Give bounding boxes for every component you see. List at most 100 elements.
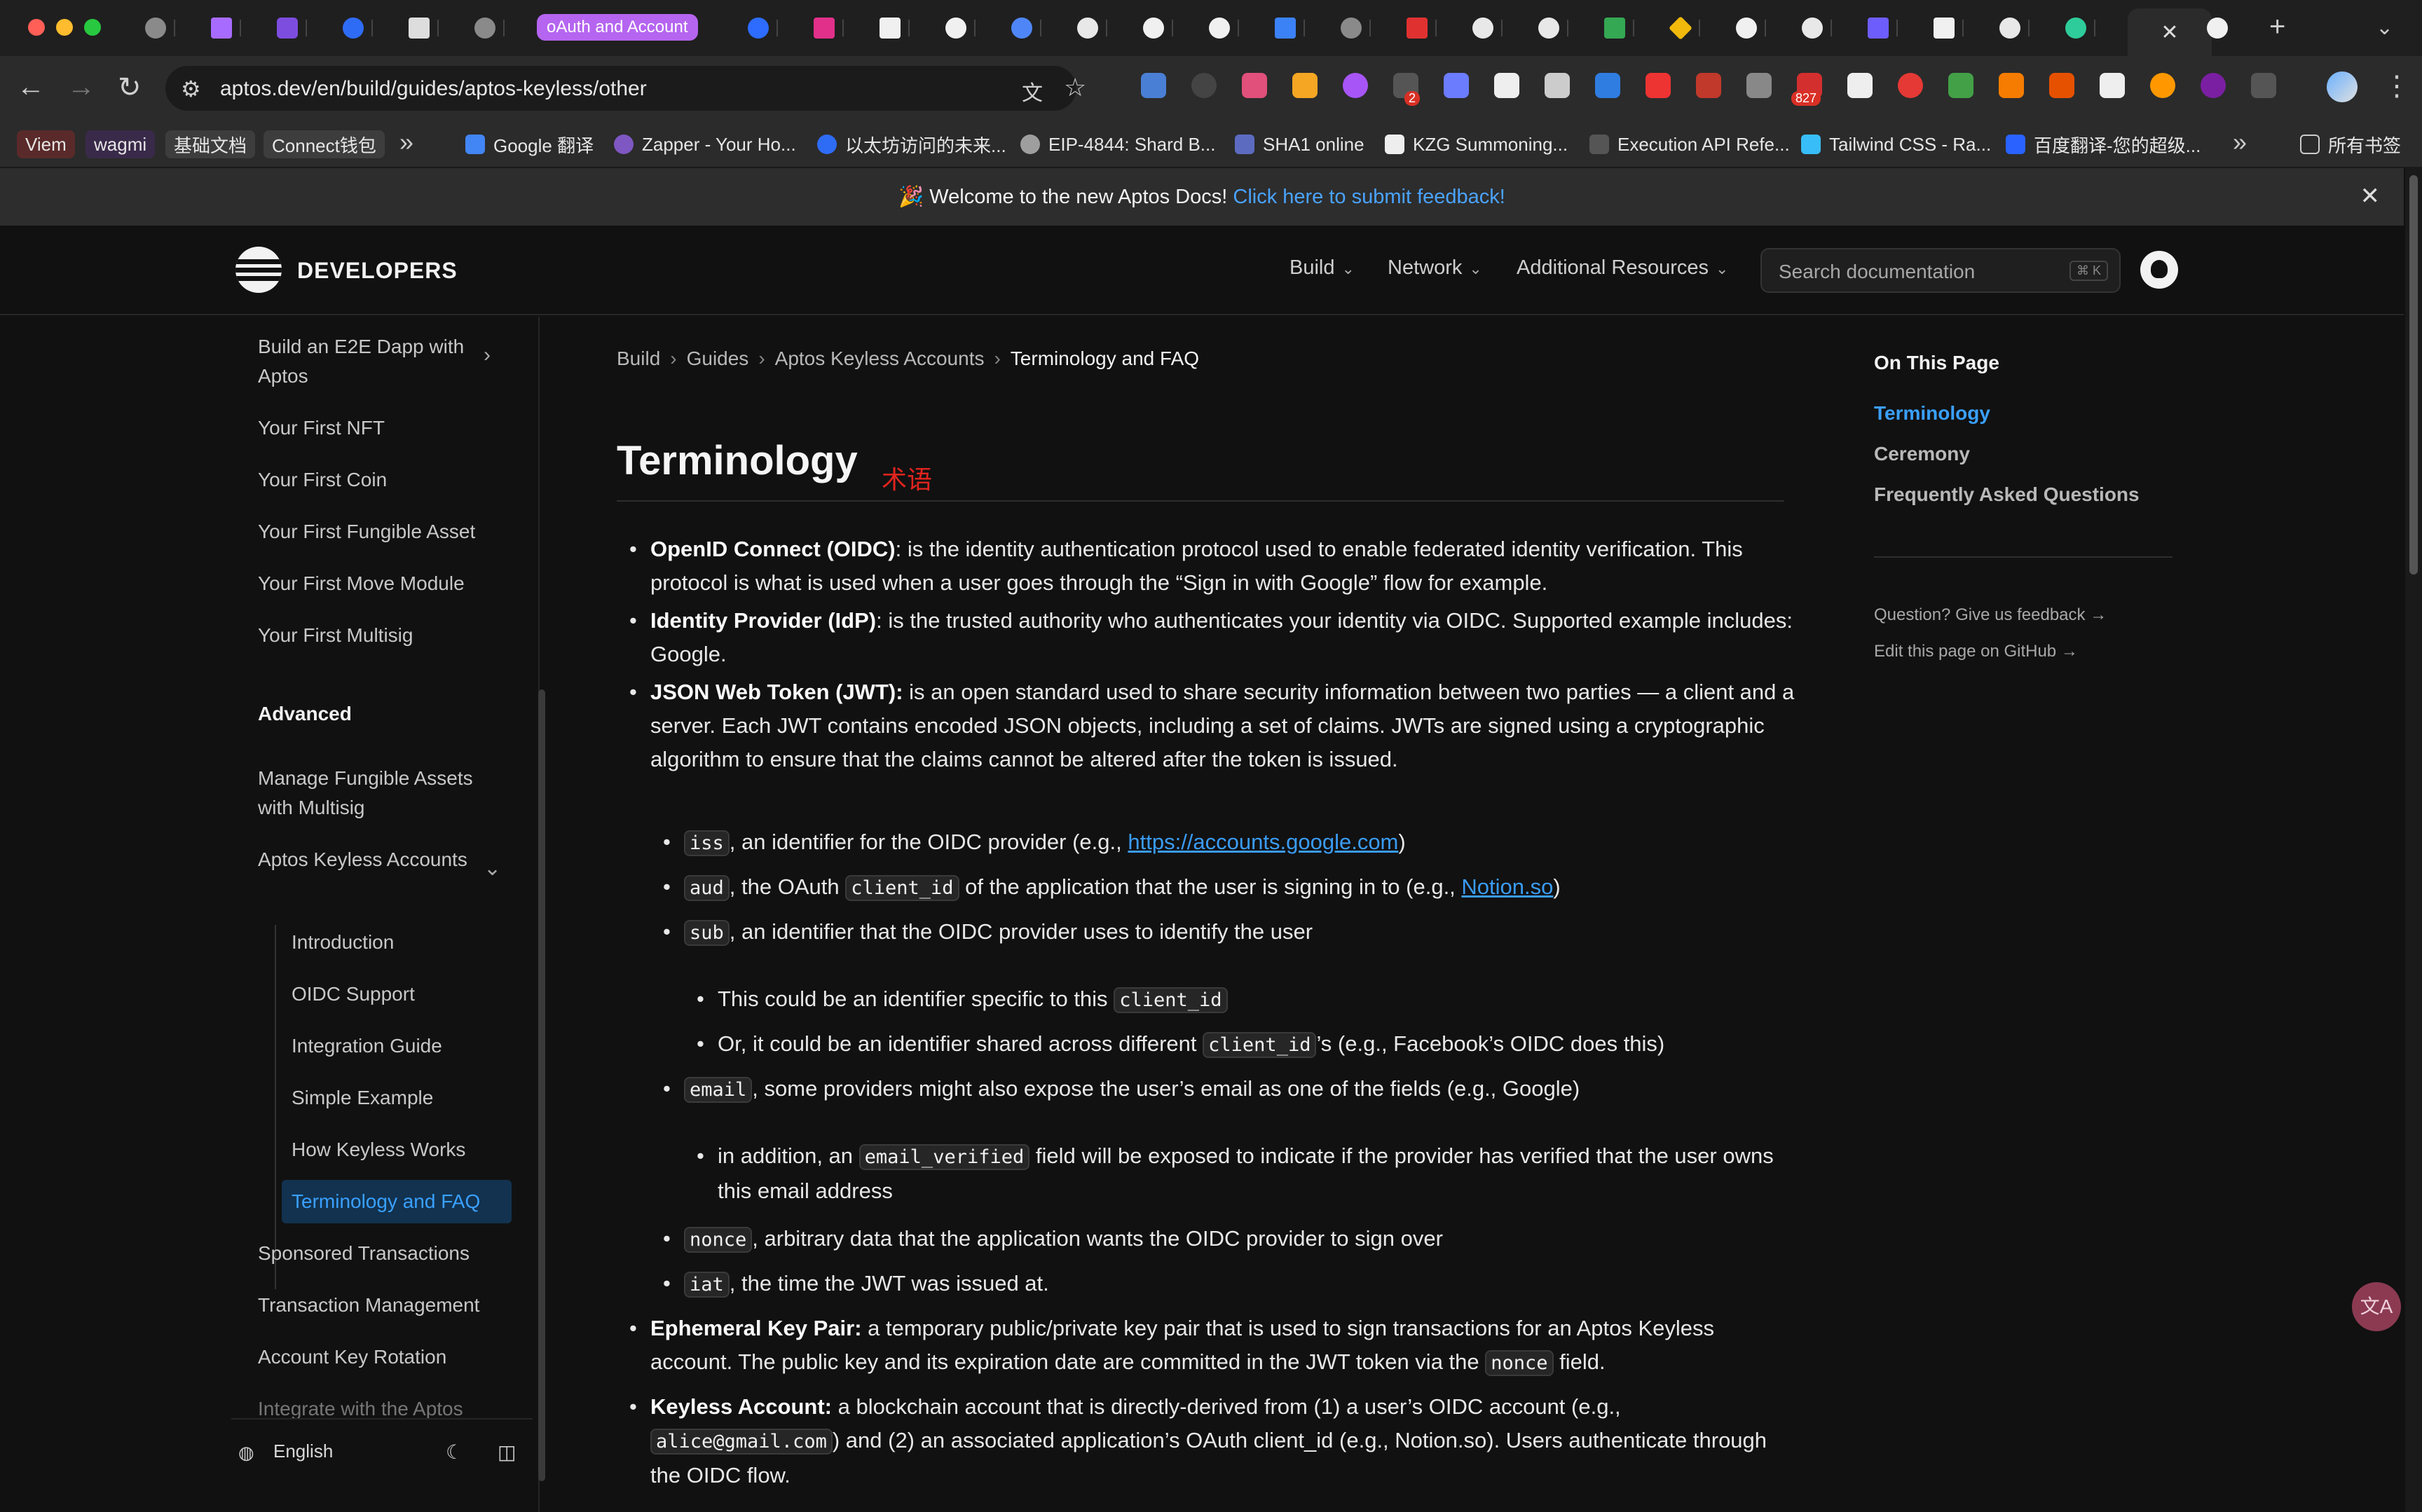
- extension-icon[interactable]: [1292, 73, 1318, 98]
- browser-tab[interactable]: [1992, 10, 2030, 46]
- browser-tab[interactable]: [1794, 10, 1832, 46]
- bookmarks-overflow-icon[interactable]: »: [399, 128, 413, 157]
- bookmark-item[interactable]: 百度翻译-您的超级...: [2006, 130, 2201, 158]
- sidebar-item-sponsored-transactions[interactable]: Sponsored Transactions: [258, 1239, 496, 1268]
- sidebar-item-manage-fungible-assets[interactable]: Manage Fungible Assets with Multisig: [258, 764, 496, 823]
- extension-icon[interactable]: [1595, 73, 1620, 98]
- extension-icon[interactable]: [1191, 73, 1217, 98]
- sidebar-item-aptos-keyless[interactable]: Aptos Keyless Accounts: [258, 845, 496, 874]
- sidebar-item-oidc-support[interactable]: OIDC Support: [292, 980, 530, 1009]
- sidebar-item-first-coin[interactable]: Your First Coin: [258, 465, 496, 495]
- bookmark-item[interactable]: Execution API Refe...: [1589, 130, 1790, 158]
- browser-tab[interactable]: [1135, 10, 1173, 46]
- browser-tab[interactable]: [1728, 10, 1766, 46]
- nav-network[interactable]: Network ⌄: [1388, 256, 1482, 280]
- bookmark-item[interactable]: Connect钱包: [264, 130, 385, 158]
- browser-tab[interactable]: [1465, 10, 1503, 46]
- browser-tab[interactable]: [1004, 10, 1041, 46]
- brand-name[interactable]: DEVELOPERS: [297, 258, 458, 284]
- extension-icon[interactable]: [1343, 73, 1368, 98]
- feedback-link[interactable]: Question? Give us feedback →: [1874, 605, 2107, 625]
- chevron-right-icon[interactable]: ›: [484, 343, 491, 367]
- browser-tab-active-group[interactable]: oAuth and Account: [537, 14, 698, 41]
- translate-float-icon[interactable]: 文A: [2352, 1282, 2401, 1331]
- browser-tab[interactable]: [1662, 10, 1700, 46]
- browser-tab[interactable]: [1201, 10, 1239, 46]
- browser-tab[interactable]: [1926, 10, 1964, 46]
- github-icon[interactable]: [2140, 251, 2178, 289]
- profile-avatar[interactable]: [2327, 71, 2358, 102]
- extension-icon[interactable]: [1444, 73, 1469, 98]
- extension-icon[interactable]: [1494, 73, 1519, 98]
- nav-additional-resources[interactable]: Additional Resources ⌄: [1517, 256, 1728, 280]
- extension-icon[interactable]: [1948, 73, 1973, 98]
- new-tab-button[interactable]: +: [2269, 11, 2285, 43]
- extension-icon[interactable]: [1646, 73, 1671, 98]
- browser-tab[interactable]: [2199, 10, 2236, 46]
- extension-icon[interactable]: [1746, 73, 1772, 98]
- browser-tab[interactable]: [872, 10, 910, 46]
- chevron-down-icon[interactable]: ⌄: [484, 856, 501, 881]
- bookmark-item[interactable]: SHA1 online: [1235, 130, 1364, 158]
- minimize-window-button[interactable]: [56, 19, 73, 36]
- sidebar-item-terminology-faq[interactable]: Terminology and FAQ: [282, 1180, 512, 1223]
- extension-icon[interactable]: [2201, 73, 2226, 98]
- reload-button[interactable]: ↻: [118, 71, 142, 104]
- google-accounts-link[interactable]: https://accounts.google.com: [1128, 830, 1398, 854]
- bookmark-item[interactable]: Zapper - Your Ho...: [614, 130, 796, 158]
- close-banner-icon[interactable]: ✕: [2360, 182, 2381, 210]
- extension-icon[interactable]: [1141, 73, 1166, 98]
- sidebar-item-first-fungible-asset[interactable]: Your First Fungible Asset: [258, 517, 496, 547]
- browser-tab[interactable]: [1860, 10, 1898, 46]
- browser-tab[interactable]: [203, 10, 241, 46]
- browser-tab[interactable]: [137, 10, 175, 46]
- browser-tab[interactable]: [335, 10, 373, 46]
- browser-tab[interactable]: [1596, 10, 1634, 46]
- sidebar-item-first-multisig[interactable]: Your First Multisig: [258, 621, 496, 650]
- extension-icon[interactable]: [2150, 73, 2175, 98]
- zoom-window-button[interactable]: [84, 19, 101, 36]
- sidebar-item-first-nft[interactable]: Your First NFT: [258, 413, 496, 443]
- browser-tab[interactable]: [467, 10, 505, 46]
- bookmark-item[interactable]: Tailwind CSS - Ra...: [1801, 130, 1991, 158]
- bookmark-star-icon[interactable]: ☆: [1064, 73, 1086, 102]
- site-settings-icon[interactable]: ⚙: [181, 76, 201, 102]
- sidebar-item-transaction-management[interactable]: Transaction Management: [258, 1291, 496, 1320]
- edit-on-github-link[interactable]: Edit this page on GitHub →: [1874, 642, 2078, 661]
- toc-item-terminology[interactable]: Terminology: [1874, 402, 1990, 425]
- close-window-button[interactable]: [28, 19, 45, 36]
- sidebar-item-introduction[interactable]: Introduction: [292, 928, 530, 957]
- page-scrollbar[interactable]: [2405, 168, 2422, 1512]
- extension-icon[interactable]: [1847, 73, 1873, 98]
- browser-tab[interactable]: [269, 10, 307, 46]
- metamask-icon[interactable]: [1999, 73, 2024, 98]
- address-bar[interactable]: ⚙ aptos.dev/en/build/guides/aptos-keyles…: [165, 66, 1086, 111]
- extension-icon[interactable]: [2049, 73, 2074, 98]
- browser-tab[interactable]: [938, 10, 976, 46]
- collapse-sidebar-icon[interactable]: ◫: [498, 1441, 516, 1464]
- breadcrumb-build[interactable]: Build: [617, 348, 660, 369]
- browser-tab[interactable]: [1531, 10, 1568, 46]
- browser-tab[interactable]: [1267, 10, 1305, 46]
- back-button[interactable]: ←: [17, 71, 45, 103]
- toc-item-ceremony[interactable]: Ceremony: [1874, 443, 1970, 465]
- bookmark-item[interactable]: KZG Summoning...: [1385, 130, 1568, 158]
- extension-icon[interactable]: [1696, 73, 1721, 98]
- bookmark-item[interactable]: wagmi: [85, 130, 156, 158]
- sidebar-item-first-move-module[interactable]: Your First Move Module: [258, 569, 496, 598]
- moon-icon[interactable]: ☾: [446, 1441, 463, 1464]
- bookmark-item[interactable]: 以太坊访问的未来...: [817, 130, 1006, 158]
- language-selector[interactable]: English: [273, 1441, 333, 1462]
- browser-menu-icon[interactable]: ⋮: [2383, 70, 2411, 102]
- bookmark-item[interactable]: 基础文档: [165, 130, 256, 158]
- sidebar-item-build-e2e-dapp[interactable]: Build an E2E Dapp with Aptos: [258, 332, 496, 391]
- breadcrumb-guides[interactable]: Guides: [687, 348, 749, 369]
- notion-link[interactable]: Notion.so: [1461, 874, 1553, 899]
- search-input[interactable]: Search documentation ⌘ K: [1760, 248, 2121, 293]
- browser-tab[interactable]: [1069, 10, 1107, 46]
- sidebar-item-simple-example[interactable]: Simple Example: [292, 1083, 530, 1113]
- tab-search-icon[interactable]: ⌄: [2376, 15, 2393, 40]
- extensions-puzzle-icon[interactable]: [2251, 73, 2276, 98]
- extension-icon[interactable]: [1545, 73, 1570, 98]
- browser-tab[interactable]: [1333, 10, 1371, 46]
